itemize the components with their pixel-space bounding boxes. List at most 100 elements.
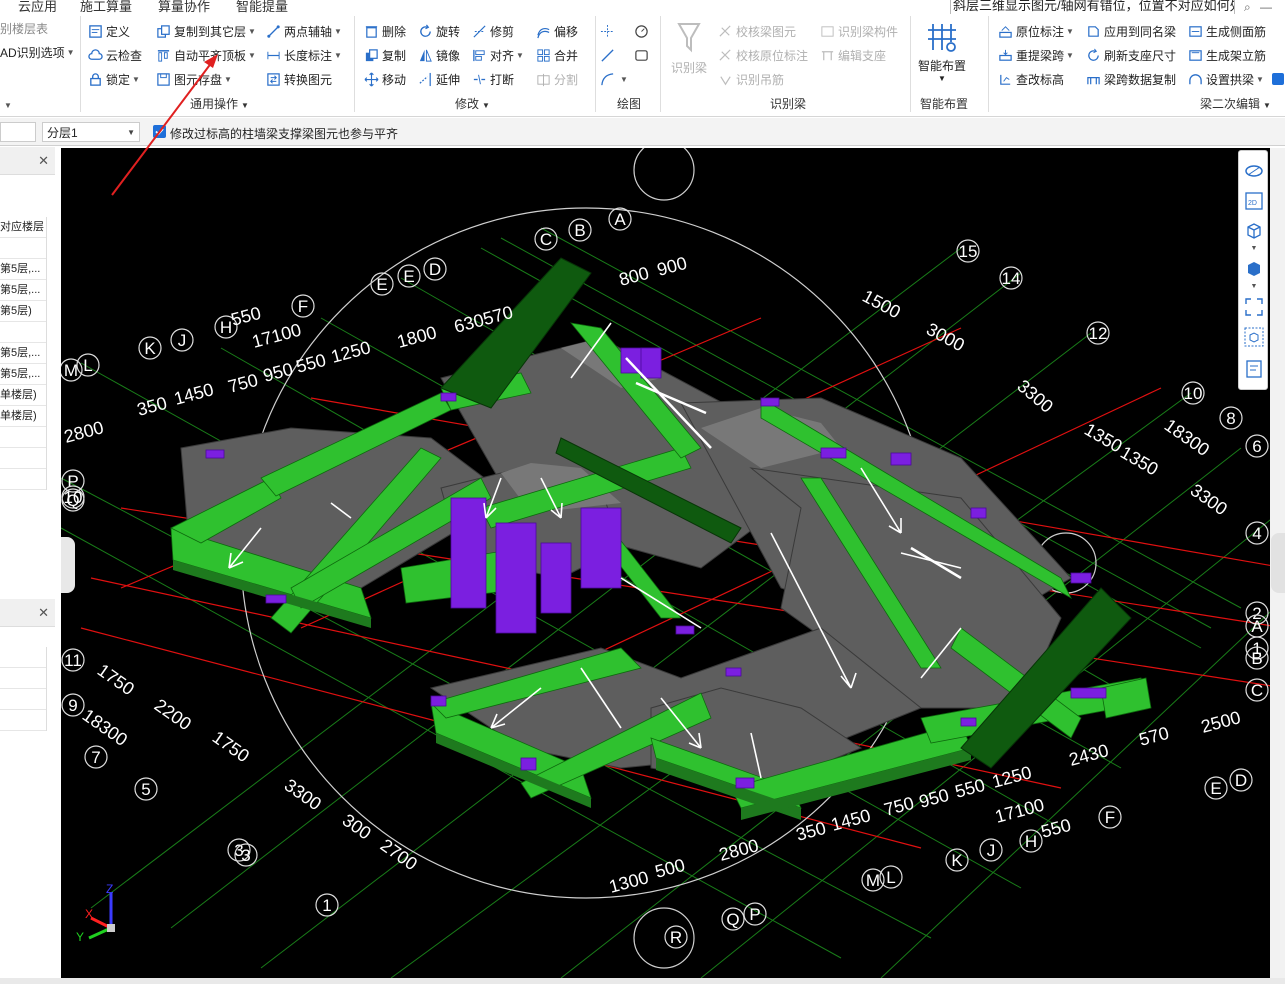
right-collapse-tab[interactable]: [1271, 533, 1285, 593]
group-secondary-edit[interactable]: 梁二次编辑 ▼: [1200, 95, 1271, 112]
refresh-support-size-button[interactable]: 刷新支座尺寸: [1086, 44, 1176, 66]
length-dim-button[interactable]: 长度标注 ▼: [266, 44, 342, 66]
menu-construction-quantity[interactable]: 施工算量: [80, 0, 132, 14]
copy-to-other-floor-button[interactable]: 复制到其它层 ▼: [156, 20, 256, 42]
layer-select[interactable]: 分层1 ▼: [42, 122, 140, 142]
list-item[interactable]: 单楼层): [0, 406, 46, 427]
draw-rotate-point-button[interactable]: [634, 20, 652, 42]
split-button[interactable]: 分割: [536, 68, 578, 90]
draw-rect-button[interactable]: [634, 44, 652, 66]
lock-button[interactable]: 锁定 ▼: [88, 68, 140, 90]
2d-view-button[interactable]: 2D: [1244, 191, 1264, 211]
axis-label: Q: [721, 907, 745, 931]
list-item[interactable]: 第5层,...: [0, 280, 46, 301]
copy-button[interactable]: 复制: [364, 44, 406, 66]
align-button[interactable]: 对齐 ▼: [472, 44, 524, 66]
dimension-text: 550: [953, 775, 987, 802]
close-icon[interactable]: ✕: [38, 153, 49, 169]
element-storage-button[interactable]: 图元存盘 ▼: [156, 68, 232, 90]
edit-support-button[interactable]: 编辑支座: [820, 44, 886, 66]
gen-stirrup-button[interactable]: 生成架立筋: [1188, 44, 1266, 66]
auto-flush-top-button[interactable]: 自动平齐顶板 ▼: [156, 44, 256, 66]
beam-member-icon: [820, 24, 835, 39]
properties-view-button[interactable]: [1244, 359, 1264, 379]
group-general-operations[interactable]: 通用操作 ▼: [190, 95, 249, 112]
list-item[interactable]: 第5层): [0, 301, 46, 322]
list-item[interactable]: 第5层,...: [0, 259, 46, 280]
minimize-icon[interactable]: —: [1260, 0, 1272, 14]
shaded-view-button[interactable]: [1244, 259, 1264, 279]
cube-select-button[interactable]: [1244, 327, 1264, 347]
left-collapse-tab[interactable]: [61, 537, 75, 593]
draw-point-button[interactable]: [600, 20, 618, 42]
menu-quantity-collab[interactable]: 算量协作: [158, 0, 210, 14]
chevron-down-icon[interactable]: ▼: [1244, 283, 1264, 291]
apply-same-name-button[interactable]: 应用到同名梁: [1086, 20, 1176, 42]
zoom-extents-button[interactable]: [1244, 297, 1264, 317]
re-extract-span-button[interactable]: 重提梁跨 ▼: [998, 44, 1074, 66]
list-item[interactable]: [0, 427, 46, 448]
orbit-handle-top[interactable]: [633, 148, 695, 201]
original-label-button[interactable]: 原位标注 ▼: [998, 20, 1074, 42]
recognize-beam-member-button[interactable]: 识别梁构件: [820, 20, 898, 42]
define-button[interactable]: 定义: [88, 20, 130, 42]
merge-button[interactable]: 合并: [536, 44, 578, 66]
list-item[interactable]: 第5层,...: [0, 343, 46, 364]
3d-box-view-button[interactable]: [1244, 221, 1264, 241]
rotate-button[interactable]: 旋转: [418, 20, 460, 42]
check-original-label-button[interactable]: 校核原位标注: [718, 44, 808, 66]
list-item[interactable]: [0, 469, 46, 490]
extend-button[interactable]: 延伸: [418, 68, 460, 90]
smart-layout-icon: [925, 20, 959, 57]
gen-side-rebar-button[interactable]: 生成侧面筋: [1188, 20, 1266, 42]
recognize-hanger-button[interactable]: 识别吊筋: [718, 68, 784, 90]
dimension-text: 17100: [250, 320, 304, 352]
floor-table-button[interactable]: 别楼层表: [0, 17, 48, 39]
recognize-beam-button[interactable]: 识别梁: [668, 20, 710, 76]
search-icon[interactable]: ⌕: [1244, 0, 1251, 15]
draw-line-button[interactable]: [600, 44, 618, 66]
trim-button[interactable]: 修剪: [472, 20, 514, 42]
3d-viewport[interactable]: A B C D E E F H J K M L 15 14 12 10 8 6 4 2 1 P Q 10 11 9 7 5 3 3 1 A B C…: [61, 148, 1285, 978]
storage-icon: [156, 72, 171, 87]
cad-recognize-options-button[interactable]: AD识别选项 ▼: [0, 41, 75, 63]
floor-select[interactable]: [0, 122, 36, 142]
copy-span-data-button[interactable]: 梁跨数据复制: [1086, 68, 1176, 90]
orbit-view-button[interactable]: [1244, 161, 1264, 181]
offset-button[interactable]: 偏移: [536, 20, 578, 42]
dimension-text: 900: [655, 253, 689, 280]
list-item[interactable]: 第5层,...: [0, 364, 46, 385]
menu-cloud-app[interactable]: 云应用: [18, 0, 57, 14]
two-point-axis-button[interactable]: 两点辅轴 ▼: [266, 20, 342, 42]
list-item[interactable]: 单楼层): [0, 385, 46, 406]
delete-button[interactable]: 删除: [364, 20, 406, 42]
svg-text:H: H: [1025, 832, 1037, 851]
move-button[interactable]: 移动: [364, 68, 406, 90]
list-item[interactable]: [0, 668, 46, 689]
draw-arc-button[interactable]: ▼: [600, 68, 628, 90]
mirror-button[interactable]: 镜像: [418, 44, 460, 66]
smart-layout-button[interactable]: 智能布置 ▼: [914, 20, 970, 83]
left-group-collapse-icon[interactable]: ▼: [2, 94, 12, 116]
check-beam-button[interactable]: 校核梁图元: [718, 20, 796, 42]
list-item[interactable]: [0, 322, 46, 343]
break-button[interactable]: 打断: [472, 68, 514, 90]
group-modify[interactable]: 修改 ▼: [455, 95, 490, 112]
dimension-text: 750: [882, 793, 916, 820]
flush-modified-checkbox[interactable]: [153, 125, 166, 138]
list-item[interactable]: [0, 238, 46, 259]
list-item[interactable]: [0, 689, 46, 710]
list-item[interactable]: [0, 710, 46, 731]
convert-element-button[interactable]: 转换图元: [266, 68, 332, 90]
chevron-down-icon[interactable]: ▼: [1244, 245, 1264, 253]
cloud-check-button[interactable]: 云检查: [88, 44, 142, 66]
orbit-handle-bottom[interactable]: [633, 907, 695, 969]
list-item[interactable]: [0, 647, 46, 668]
close-icon[interactable]: ✕: [38, 605, 49, 621]
menu-smart-extract[interactable]: 智能提量: [236, 0, 288, 14]
set-arch-beam-button[interactable]: 设置拱梁 ▼: [1188, 68, 1264, 90]
check-elevation-button[interactable]: 查改标高: [998, 68, 1064, 90]
list-item[interactable]: [0, 448, 46, 469]
extra-checkbox[interactable]: [1272, 68, 1284, 90]
right-strip: [1270, 148, 1285, 978]
